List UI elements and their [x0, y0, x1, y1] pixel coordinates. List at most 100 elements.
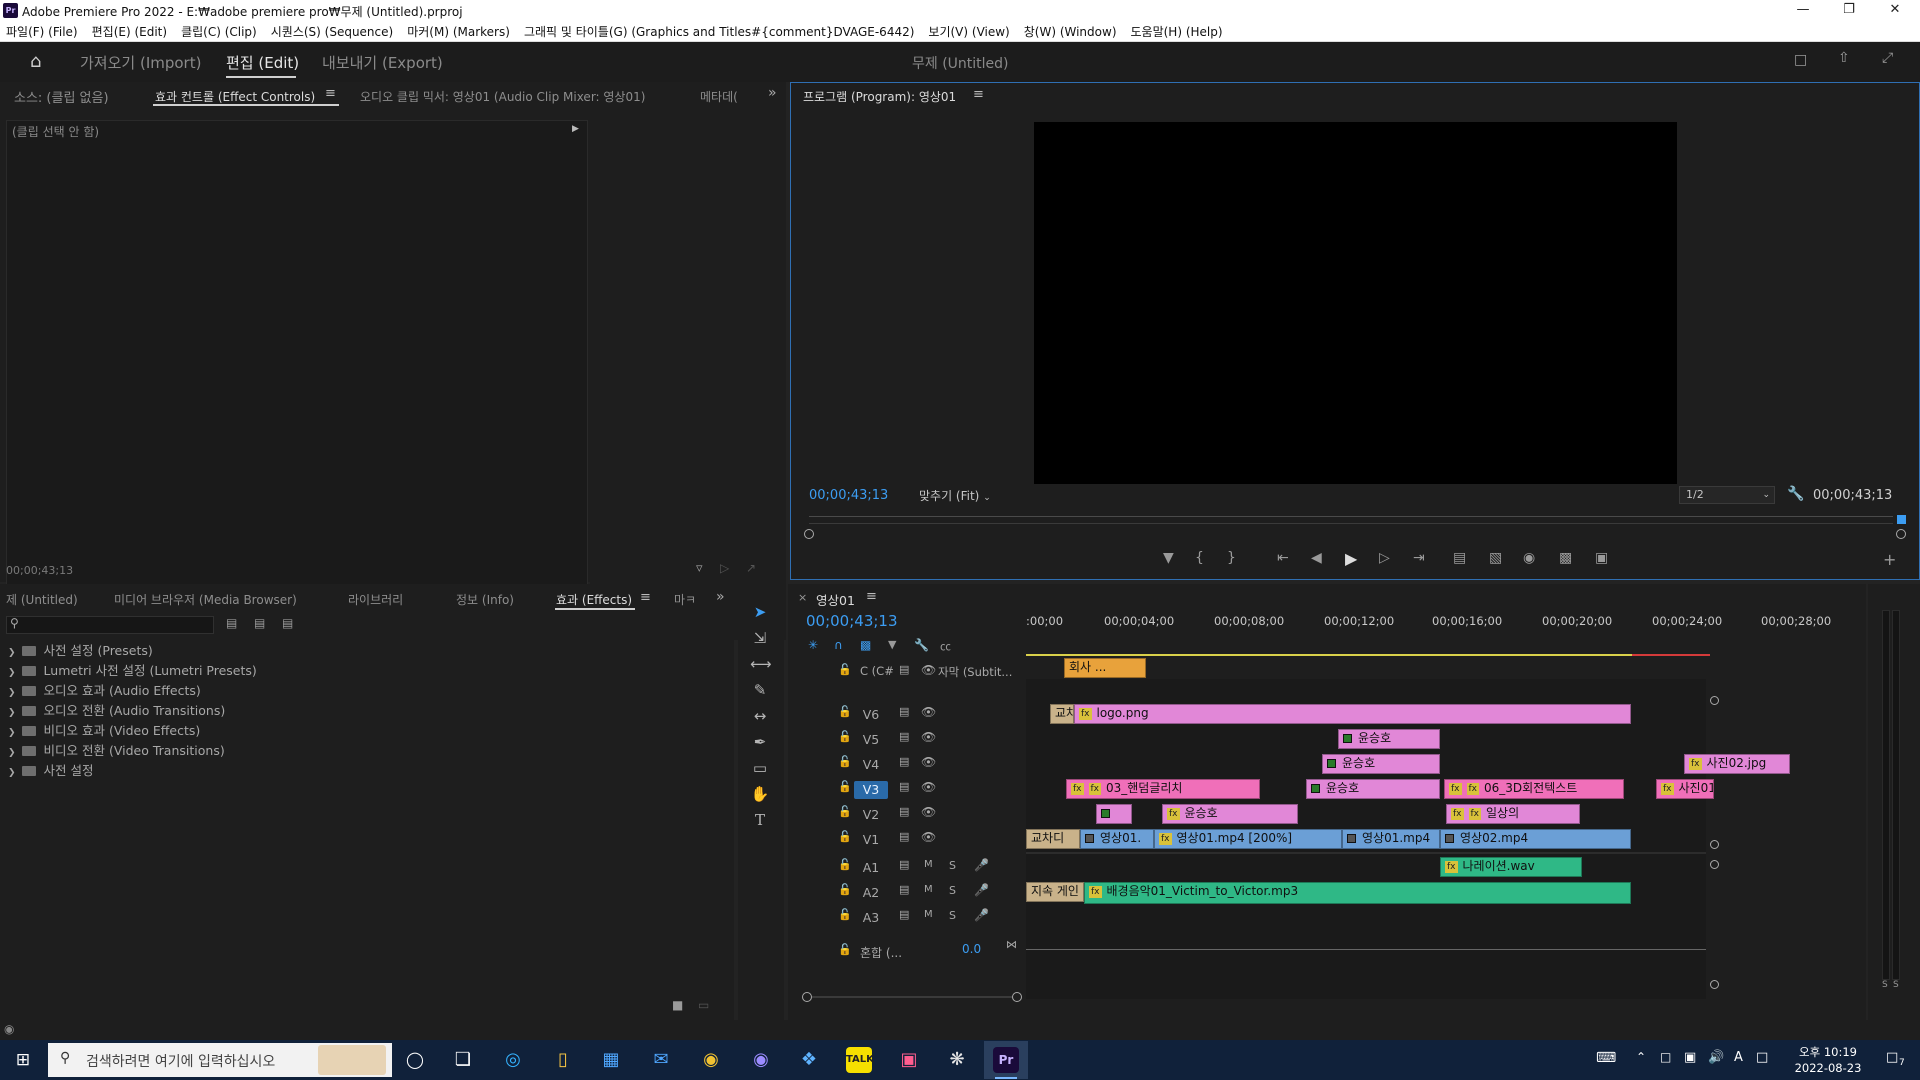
timeline-settings-icon[interactable]: 🔧: [914, 638, 929, 652]
tree-item-video-transitions[interactable]: ❯ 비디오 전환 (Video Transitions): [8, 740, 225, 759]
tab-metadata[interactable]: 메타데(: [700, 88, 738, 105]
add-marker-icon[interactable]: ▼: [888, 638, 896, 651]
clock-date[interactable]: 2022-08-23: [1778, 1061, 1878, 1075]
go-to-in-icon[interactable]: ⇤: [1277, 550, 1289, 566]
add-marker-icon[interactable]: ▼: [1163, 550, 1174, 566]
eye-icon[interactable]: 👁: [921, 780, 936, 794]
v1-clip-b[interactable]: fx 영상01.mp4 [200%]: [1154, 829, 1342, 849]
timeline-timecode[interactable]: 00;00;43;13: [806, 612, 898, 630]
panel-menu-icon[interactable]: ≡: [866, 589, 877, 604]
lock-icon[interactable]: 🔓: [838, 830, 852, 843]
tab-import[interactable]: 가져오기 (Import): [80, 52, 201, 73]
menu-sequence[interactable]: 시퀀스(S) (Sequence): [271, 23, 393, 40]
microsoft-store-icon[interactable]: ▦: [598, 1047, 624, 1073]
mute-button[interactable]: M: [924, 884, 933, 895]
tab-export[interactable]: 내보내기 (Export): [322, 52, 443, 73]
tab-effect-controls[interactable]: 효과 컨트롤 (Effect Controls): [155, 88, 315, 105]
rectangle-tool-icon[interactable]: ▭: [750, 758, 770, 778]
zoom-handle-left[interactable]: [804, 529, 814, 539]
v4-clip-b[interactable]: fx 사진02.jpg: [1684, 754, 1790, 774]
more-tabs-icon[interactable]: »: [768, 85, 777, 101]
resolution-dropdown[interactable]: 1/2 ⌄: [1679, 486, 1775, 504]
v2-clip-b[interactable]: fx fx 일상의: [1446, 804, 1580, 824]
v1-clip-c[interactable]: 영상01.mp4: [1342, 829, 1440, 849]
track-select-tool-icon[interactable]: ⇲: [750, 628, 770, 648]
lock-icon[interactable]: 🔓: [838, 780, 852, 793]
v1-clip-d[interactable]: 영상02.mp4: [1440, 829, 1631, 849]
menu-window[interactable]: 창(W) (Window): [1024, 23, 1117, 40]
v2-clip-thumb[interactable]: [1096, 804, 1132, 824]
accelerated-effects-icon[interactable]: ▤: [226, 616, 237, 630]
sync-lock-icon[interactable]: ▤: [899, 755, 909, 768]
timeline-zoom-handle-left[interactable]: [802, 992, 812, 1002]
v1-clip-a[interactable]: 영상01.: [1080, 829, 1154, 849]
nest-toggle-icon[interactable]: ✳: [808, 638, 818, 652]
timeline-zoom-handle-right[interactable]: [1012, 992, 1022, 1002]
captions-icon[interactable]: ㏄: [940, 638, 951, 654]
step-forward-icon[interactable]: ▷: [1379, 550, 1390, 566]
snap-icon[interactable]: ∩: [834, 638, 843, 652]
keyboard-icon[interactable]: ⌨: [1596, 1050, 1616, 1066]
video-preview[interactable]: [1034, 122, 1677, 484]
a2-transition[interactable]: 지속 게인: [1026, 882, 1084, 902]
lock-icon[interactable]: 🔓: [838, 755, 852, 768]
tab-libraries[interactable]: 라이브러리: [348, 591, 403, 608]
panel-menu-icon[interactable]: ≡: [325, 86, 336, 101]
task-view-icon[interactable]: ❏: [450, 1047, 476, 1073]
timeline-horizontal-scrollbar[interactable]: [812, 996, 1012, 998]
solo-button[interactable]: S: [949, 859, 956, 872]
sync-lock-icon[interactable]: ▤: [899, 730, 909, 743]
maximize-button[interactable]: ❐: [1826, 0, 1872, 22]
menu-help[interactable]: 도움말(H) (Help): [1131, 23, 1223, 40]
a2-clip-music[interactable]: fx 배경음악01_Victim_to_Victor.mp3: [1084, 882, 1631, 904]
eye-icon[interactable]: 👁: [921, 805, 936, 819]
32bit-effects-icon[interactable]: ▤: [254, 616, 265, 630]
lock-icon[interactable]: 🔓: [838, 663, 852, 676]
playhead-marker[interactable]: [1897, 515, 1906, 524]
lock-icon[interactable]: 🔓: [838, 705, 852, 718]
solo-right-button[interactable]: S: [1893, 980, 1899, 990]
v4-clip-a[interactable]: 윤승호: [1322, 754, 1440, 774]
minimize-button[interactable]: —: [1780, 0, 1826, 22]
track-name[interactable]: V3: [854, 781, 888, 799]
v5-clip[interactable]: 윤승호: [1338, 729, 1440, 749]
lift-icon[interactable]: ▤: [1453, 550, 1466, 566]
menu-edit[interactable]: 편집(E) (Edit): [92, 23, 167, 40]
close-sequence-icon[interactable]: ×: [798, 591, 807, 604]
lock-icon[interactable]: 🔓: [838, 730, 852, 743]
track-name[interactable]: A2: [854, 884, 888, 902]
ripple-edit-tool-icon[interactable]: ⟷: [750, 654, 772, 674]
lock-icon[interactable]: 🔓: [838, 805, 852, 818]
linked-selection-icon[interactable]: ▩: [860, 638, 871, 652]
sync-lock-icon[interactable]: ▤: [899, 908, 909, 921]
slip-tool-icon[interactable]: ↔: [750, 706, 770, 726]
edge-browser-icon[interactable]: ◎: [500, 1047, 526, 1073]
tab-audio-clip-mixer[interactable]: 오디오 클립 믹서: 영상01 (Audio Clip Mixer: 영상01): [360, 88, 645, 105]
v3-clip-c[interactable]: fx fx 06_3D회전텍스트: [1444, 779, 1624, 799]
tab-media-browser[interactable]: 미디어 브라우저 (Media Browser): [114, 591, 297, 608]
network-icon[interactable]: □: [1660, 1050, 1671, 1064]
solo-button[interactable]: S: [949, 909, 956, 922]
mark-in-icon[interactable]: {: [1195, 550, 1204, 566]
sync-lock-icon[interactable]: ▤: [899, 705, 909, 718]
display-icon[interactable]: ▣: [1684, 1050, 1696, 1065]
v6-clip-logo[interactable]: fx logo.png: [1074, 704, 1631, 724]
video-scroll-handle-bottom[interactable]: [1710, 840, 1719, 849]
panel-menu-icon[interactable]: ≡: [640, 590, 651, 605]
tab-info[interactable]: 정보 (Info): [456, 591, 514, 608]
tab-source[interactable]: 소스: (클립 없음): [14, 87, 109, 106]
solo-button[interactable]: S: [949, 884, 956, 897]
lock-icon[interactable]: 🔓: [838, 943, 852, 956]
step-back-icon[interactable]: ◀: [1311, 550, 1322, 566]
export-frame-icon[interactable]: ◉: [1523, 550, 1535, 566]
menu-graphics[interactable]: 그래픽 및 타이틀(G) (Graphics and Titles#{comme…: [524, 23, 914, 40]
v3-clip-d[interactable]: fx 사진01.j: [1656, 779, 1714, 799]
eye-icon[interactable]: 👁: [921, 730, 936, 744]
sync-lock-icon[interactable]: ▤: [899, 780, 909, 793]
video-scroll-handle-top[interactable]: [1710, 696, 1719, 705]
track-name[interactable]: V4: [854, 756, 888, 774]
tray-chevron-icon[interactable]: ⌃: [1636, 1050, 1646, 1064]
effects-search-input[interactable]: [6, 616, 214, 634]
menu-file[interactable]: 파일(F) (File): [6, 23, 78, 40]
proxy-toggle-icon[interactable]: ▣: [1595, 550, 1608, 566]
